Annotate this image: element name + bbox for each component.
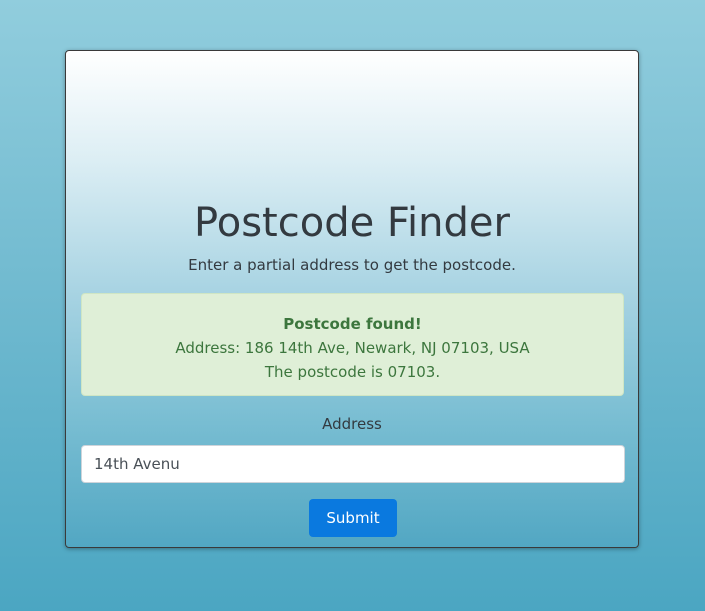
alert-address: Address: 186 14th Ave, Newark, NJ 07103,…: [175, 339, 530, 357]
address-label: Address: [322, 415, 382, 433]
postcode-finder-card: Postcode Finder Enter a partial address …: [65, 50, 639, 548]
address-input[interactable]: [81, 445, 625, 483]
alert-heading: Postcode found!: [283, 315, 422, 333]
alert-postcode: The postcode is 07103.: [264, 363, 441, 381]
submit-button[interactable]: Submit: [309, 499, 397, 537]
page-title: Postcode Finder: [194, 200, 510, 246]
page-subtitle: Enter a partial address to get the postc…: [188, 256, 516, 274]
success-alert: Postcode found! Address: 186 14th Ave, N…: [81, 293, 624, 396]
